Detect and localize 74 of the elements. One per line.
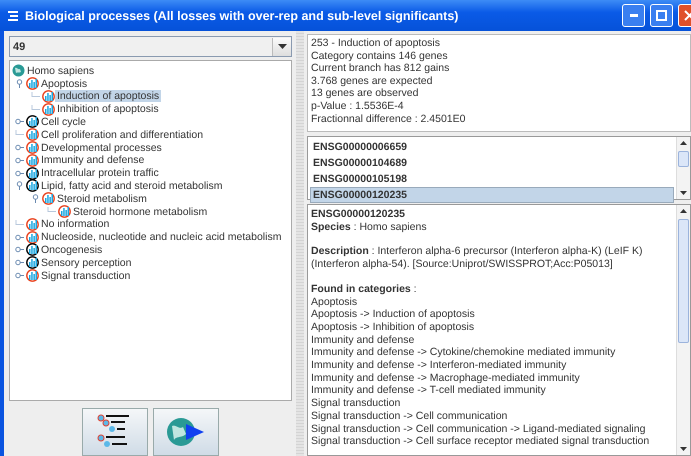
gene-item[interactable]: ENSG00000104689 (310, 155, 674, 171)
category-line: Signal transduction -> Cell communication -> Ligand-mediated signaling (311, 422, 646, 436)
info-line: 3.768 genes are expected (311, 74, 434, 88)
expanded-handle-icon[interactable] (14, 181, 24, 190)
info-line: p-Value : 1.5536E-4 (311, 100, 405, 113)
info-line: Category contains 146 genes (311, 50, 449, 62)
tree-item[interactable]: Induction of apoptosis (55, 90, 162, 102)
category-line: Immunity and defense -> Interferon-mediated immunity (311, 359, 568, 372)
info-line: Current branch has 812 gains (311, 62, 450, 75)
category-line: Immunity and defense -> Macrophage-mediated immunity (311, 372, 581, 384)
category-line: Signal transduction -> Cell surface receptor mediated signal transduction (311, 435, 650, 448)
collapsed-handle-icon[interactable] (14, 258, 24, 268)
globe-icon (12, 64, 25, 78)
category-line: Signal transduction (311, 397, 402, 410)
maximize-button[interactable] (650, 4, 673, 27)
category-line: Apoptosis (311, 296, 358, 308)
expanded-handle-icon[interactable] (30, 194, 40, 204)
scroll-down-icon[interactable] (680, 447, 687, 451)
scroll-up-icon[interactable] (680, 141, 687, 145)
scroll-bar[interactable] (676, 137, 690, 199)
tree-item[interactable]: Apoptosis (39, 78, 90, 90)
tree-item[interactable]: Oncogenesis (39, 244, 104, 256)
info-line: Fractionnal difference : 2.4501E0 (311, 112, 466, 126)
collapsed-handle-icon[interactable] (14, 168, 24, 178)
maximize-icon (656, 10, 667, 21)
category-line: Immunity and defense (311, 334, 416, 346)
scroll-thumb[interactable] (678, 151, 689, 167)
species-text: Species : Homo sapiens (311, 220, 428, 234)
info-line: 13 genes are observed (311, 87, 420, 100)
app-icon (6, 8, 20, 22)
tree-item[interactable]: Cell proliferation and differentiation (39, 128, 206, 141)
gene-id: ENSG00000120235 (311, 208, 406, 221)
tree-item[interactable]: Signal transduction (39, 270, 132, 282)
tree-item[interactable]: Nucleoside, nucleotide and nucleic acid metabolism (39, 231, 284, 244)
collapsed-handle-icon[interactable] (14, 232, 24, 242)
tree-item[interactable]: Steroid hormone metabolism (71, 206, 210, 218)
category-line: Apoptosis -> Induction of apoptosis (311, 308, 476, 321)
minimize-icon (630, 14, 638, 17)
minimize-button[interactable] (622, 4, 645, 27)
tree-item[interactable]: Sensory perception (39, 256, 134, 269)
tree-item[interactable]: Steroid metabolism (55, 192, 149, 205)
description-text: Description : Interferon alpha-6 precursor (Interferon alpha-K) (LeIF K) (Interferon alpha-54). [Source:Uniprot/SWISSPROT;Acc:P05013] (311, 245, 644, 271)
tree-view-button[interactable] (82, 408, 148, 456)
window-title: Biological processes (All losses with over-rep and sub-level significants) (25, 8, 460, 22)
scroll-down-icon[interactable] (680, 191, 687, 195)
tree-item[interactable]: Immunity and defense (39, 154, 146, 166)
tree-item[interactable]: No information (39, 218, 112, 230)
gene-item[interactable]: ENSG00000120235 (310, 187, 674, 203)
info-line: 253 - Induction of apoptosis (311, 37, 442, 50)
category-line: Signal transduction -> Cell communication (311, 410, 508, 423)
tree-item[interactable]: Intracellular protein traffic (39, 167, 161, 180)
categories-heading: Found in categories : (311, 282, 418, 296)
gene-item[interactable]: ENSG00000105198 (310, 171, 674, 187)
tree-item[interactable]: Cell cycle (39, 116, 88, 128)
scroll-up-icon[interactable] (680, 209, 687, 213)
collapsed-handle-icon[interactable] (14, 271, 24, 280)
tree-item[interactable]: Inhibition of apoptosis (55, 103, 161, 116)
dropdown-caret-icon (278, 44, 286, 50)
collapsed-handle-icon[interactable] (14, 143, 24, 152)
tree-item[interactable]: Lipid, fatty acid and steroid metabolism (39, 180, 225, 192)
collapsed-handle-icon[interactable] (14, 117, 24, 126)
tree-item[interactable]: Developmental processes (39, 142, 164, 154)
tree-root[interactable]: Homo sapiens (25, 64, 96, 77)
level-dropdown[interactable]: 49 (9, 36, 292, 58)
scroll-bar[interactable] (676, 205, 690, 455)
category-line: Immunity and defense -> T-cell mediated immunity (311, 384, 547, 398)
scroll-thumb[interactable] (678, 219, 689, 343)
export-button[interactable] (153, 408, 219, 456)
collapsed-handle-icon[interactable] (14, 245, 24, 254)
expanded-handle-icon[interactable] (14, 79, 24, 88)
gene-item[interactable]: ENSG00000006659 (310, 139, 674, 155)
collapsed-handle-icon[interactable] (14, 156, 24, 165)
category-line: Apoptosis -> Inhibition of apoptosis (311, 320, 476, 334)
category-line: Immunity and defense -> Cytokine/chemokine mediated immunity (311, 346, 616, 360)
